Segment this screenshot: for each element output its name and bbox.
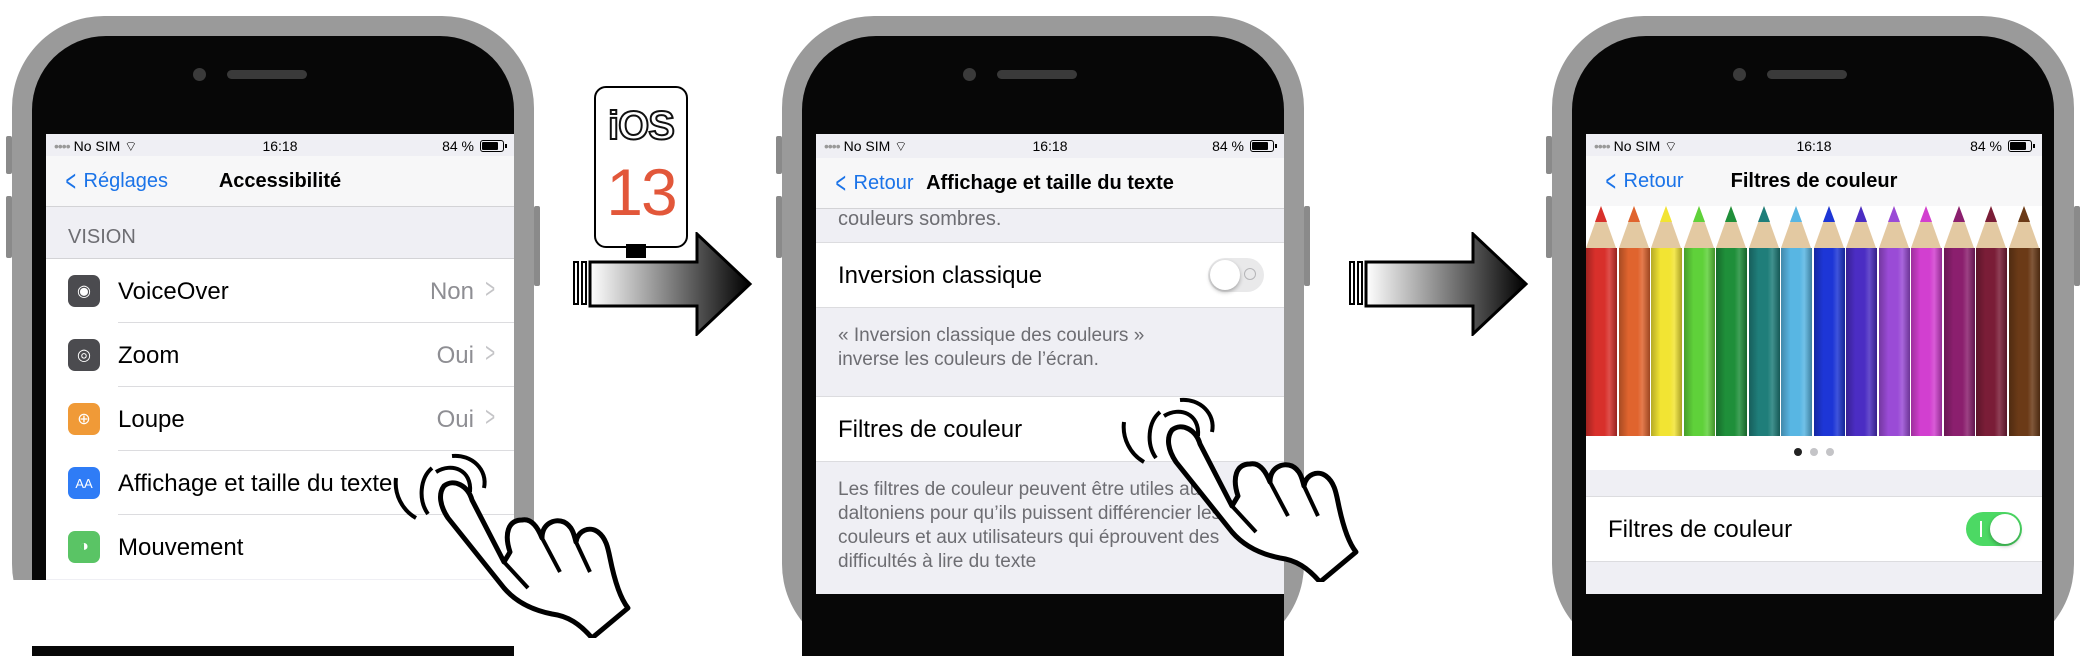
volume-up-button <box>6 196 12 258</box>
status-bar: •••• No SIM ⌔ 16:18 84 % <box>46 134 514 156</box>
mute-switch <box>776 136 782 174</box>
row-label: Affichage et taille du texte <box>118 470 393 497</box>
chevron-right-icon: > <box>484 337 495 368</box>
row-loupe[interactable]: ⊕ Loupe Oui > <box>46 387 514 451</box>
row-voiceover[interactable]: ◉ VoiceOver Non > <box>46 259 514 323</box>
color-pencil <box>1976 206 2007 436</box>
battery-percent: 84 % <box>1212 138 1244 154</box>
battery-percent: 84 % <box>1970 138 2002 154</box>
power-button <box>1304 206 1310 286</box>
color-pencil <box>1911 206 1942 436</box>
row-value: Oui <box>436 342 474 369</box>
color-filters-toggle[interactable] <box>1966 512 2022 546</box>
page-title: Filtres de couleur <box>1730 170 1898 192</box>
volume-up-button <box>776 196 782 258</box>
color-pencil <box>1586 206 1617 436</box>
page-indicator[interactable] <box>1586 436 2042 470</box>
color-pencils-preview[interactable] <box>1586 206 2042 436</box>
power-button <box>534 206 540 286</box>
motion-icon: ◑ <box>68 531 100 563</box>
battery-icon <box>2008 140 2035 152</box>
row-color-filters-toggle[interactable]: Filtres de couleur <box>1586 496 2042 562</box>
classic-invert-toggle[interactable] <box>1208 258 1264 292</box>
row-label: Zoom <box>118 342 180 369</box>
page-title: Accessibilité <box>218 170 342 192</box>
color-pencil <box>1748 206 1780 436</box>
phone-frame-3: •••• No SIM ⌔ 16:18 84 % < Retour Filtres … <box>1546 16 2080 656</box>
page-dot-active <box>1794 448 1802 456</box>
row-label: VoiceOver <box>118 278 229 305</box>
section-footer: « Inversion classique des couleurs » inv… <box>838 325 1145 370</box>
tap-hand-icon <box>1121 397 1359 582</box>
voiceover-icon: ◉ <box>68 275 100 307</box>
row-label: Loupe <box>118 406 185 433</box>
row-value: Oui <box>436 406 474 433</box>
front-camera <box>1733 68 1746 81</box>
color-pencil <box>1813 206 1845 436</box>
zoom-icon: ◎ <box>68 339 100 371</box>
nav-bar: < Retour Filtres de couleur <box>1586 156 2042 207</box>
color-pencil <box>1846 206 1877 436</box>
row-value: Non <box>429 278 474 305</box>
tap-hand-icon <box>393 453 631 638</box>
row-label: Filtres de couleur <box>838 416 1023 443</box>
front-camera <box>193 68 206 81</box>
page-title: Affichage et taille du texte <box>926 172 1174 194</box>
battery-icon <box>1250 140 1277 152</box>
color-pencil <box>1943 206 1975 436</box>
arrow-right-icon <box>1349 232 1529 336</box>
earpiece-speaker <box>997 70 1077 79</box>
page-dot <box>1810 448 1818 456</box>
magnifier-icon: ⊕ <box>68 403 100 435</box>
chevron-right-icon: > <box>484 273 495 304</box>
row-zoom[interactable]: ◎ Zoom Oui > <box>46 323 514 387</box>
earpiece-speaker <box>227 70 307 79</box>
status-bar: •••• No SIM ⌔ 16:18 84 % <box>1586 134 2042 156</box>
ios13-badge: iOS 13 <box>594 86 688 248</box>
earpiece-speaker <box>1767 70 1847 79</box>
row-label: Inversion classique <box>838 262 1043 289</box>
text-size-icon: AA <box>68 467 100 499</box>
arrow-right-icon <box>573 232 753 336</box>
mute-switch <box>1546 136 1552 174</box>
front-camera <box>963 68 976 81</box>
battery-icon <box>480 140 507 152</box>
nav-bar: < Retour Affichage et taille du texte <box>816 158 1284 209</box>
nav-bar: < Réglages Accessibilité <box>46 156 514 207</box>
mute-switch <box>6 136 12 174</box>
row-classic-invert[interactable]: Inversion classique <box>816 242 1284 308</box>
color-pencil <box>1683 206 1715 436</box>
color-pencil <box>1781 206 1812 436</box>
color-pencil <box>1618 206 1650 436</box>
color-pencil <box>1651 206 1682 436</box>
row-label: Mouvement <box>118 534 244 561</box>
color-pencil <box>1716 206 1747 436</box>
section-footer: couleurs sombres. <box>838 208 1002 230</box>
status-bar: •••• No SIM ⌔ 16:18 84 % <box>816 134 1284 156</box>
power-button <box>2074 206 2080 286</box>
ios-version: 13 <box>606 155 677 229</box>
chevron-right-icon: > <box>484 401 495 432</box>
ios-label: iOS <box>607 103 676 149</box>
color-pencil <box>2008 206 2040 436</box>
volume-up-button <box>1546 196 1552 258</box>
section-header-vision: VISION <box>68 226 136 248</box>
battery-percent: 84 % <box>442 138 474 154</box>
screen-color-filters: •••• No SIM ⌔ 16:18 84 % < Retour Filtres … <box>1586 134 2042 594</box>
page-dot <box>1826 448 1834 456</box>
row-label: Filtres de couleur <box>1608 516 1793 543</box>
color-pencil <box>1878 206 1910 436</box>
